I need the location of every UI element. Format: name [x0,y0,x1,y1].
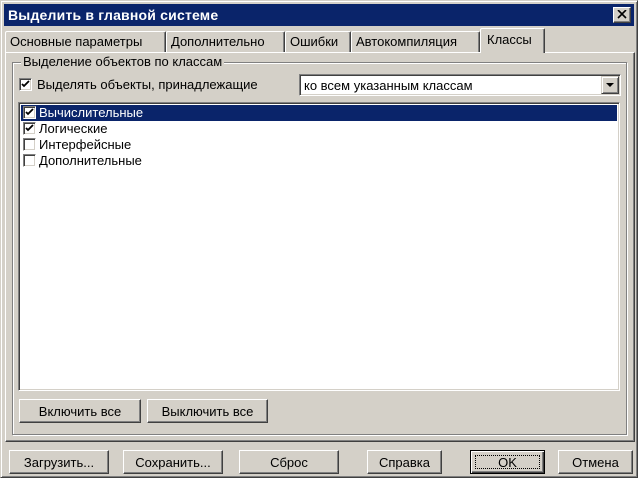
item-checkbox[interactable] [23,122,36,135]
close-icon [617,10,627,19]
chevron-down-icon [606,83,614,87]
item-checkbox[interactable] [23,138,36,151]
item-label: Дополнительные [39,153,142,168]
checkmark-icon [25,108,34,116]
load-button[interactable]: Загрузить... [9,450,109,474]
enable-all-button[interactable]: Включить все [19,399,141,423]
help-button[interactable]: Справка [367,450,442,474]
item-label: Интерфейсные [39,137,132,152]
tab-errors[interactable]: Ошибки [285,31,351,52]
dialog-window: Выделить в главной системе Основные пара… [0,0,638,478]
tab-label: Автокомпиляция [356,34,458,49]
item-checkbox[interactable] [23,106,36,119]
item-checkbox[interactable] [23,154,36,167]
dropdown-button[interactable] [601,76,619,94]
list-item-additional[interactable]: Дополнительные [21,153,617,169]
ok-button[interactable]: OK [470,450,545,474]
select-objects-label[interactable]: Выделять объекты, принадлежащие [37,77,258,92]
focus-rectangle [475,455,540,469]
cancel-button[interactable]: Отмена [558,450,633,474]
tab-additional[interactable]: Дополнительно [166,31,285,52]
tab-label: Основные параметры [10,34,143,49]
title-bar[interactable]: Выделить в главной системе [4,4,634,26]
list-item-interface[interactable]: Интерфейсные [21,137,617,153]
tab-main-params[interactable]: Основные параметры [5,31,166,52]
select-objects-checkbox[interactable] [19,78,32,91]
tab-autocompile[interactable]: Автокомпиляция [351,31,480,52]
reset-button[interactable]: Сброс [239,450,339,474]
list-item-computational[interactable]: Вычислительные [21,105,617,121]
checkmark-icon [25,124,34,132]
groupbox-legend: Выделение объектов по классам [21,54,225,69]
tab-classes[interactable]: Классы [480,28,545,53]
close-button[interactable] [613,7,631,23]
tab-label: Дополнительно [171,34,265,49]
class-mode-value: ко всем указанным классам [304,78,473,93]
window-title: Выделить в главной системе [8,7,219,23]
tab-label: Классы [487,32,532,47]
list-item-logical[interactable]: Логические [21,121,617,137]
tab-label: Ошибки [290,34,339,49]
classes-list[interactable]: Вычислительные Логические Интерфейсные Д… [18,102,620,391]
class-mode-select[interactable]: ко всем указанным классам [299,74,621,96]
disable-all-button[interactable]: Выключить все [147,399,268,423]
checkmark-icon [21,80,30,88]
item-label: Логические [39,121,108,136]
item-label: Вычислительные [39,105,144,120]
save-button[interactable]: Сохранить... [123,450,223,474]
